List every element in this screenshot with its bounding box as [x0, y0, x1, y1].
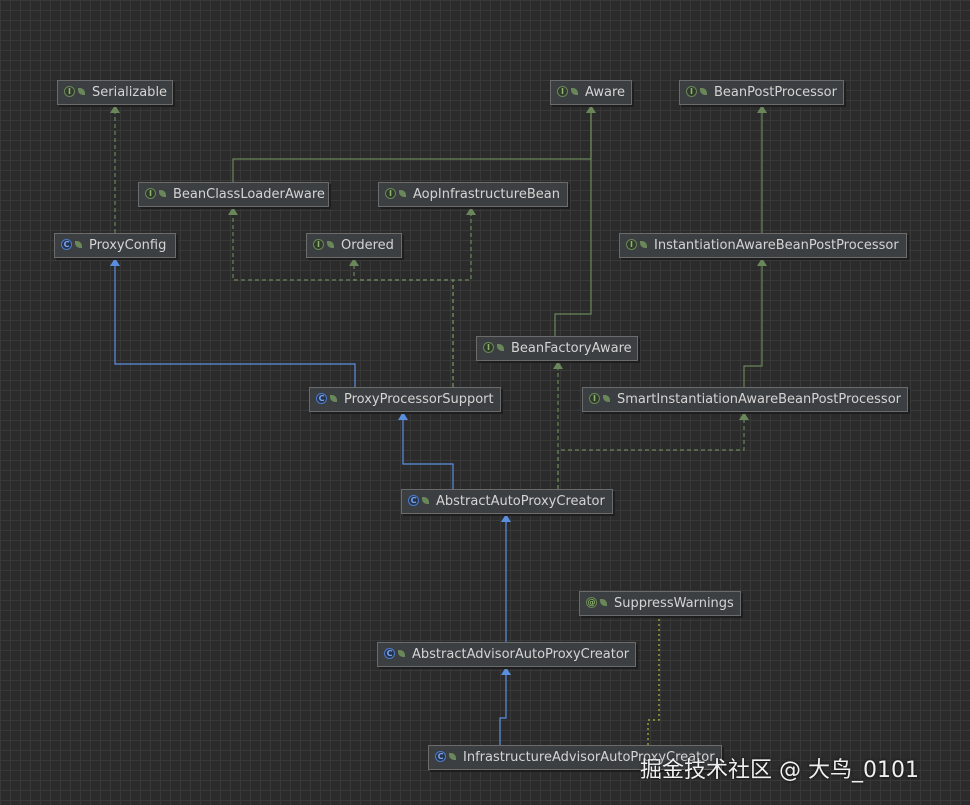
node-abstractautoproxycreator[interactable]: C AbstractAutoProxyCreator: [401, 489, 613, 514]
arrowhead: [553, 361, 563, 369]
leaf-icon: [398, 650, 405, 657]
node-smartinstantiationawarebeanpostprocessor[interactable]: I SmartInstantiationAwareBeanPostProcess…: [582, 387, 908, 412]
node-label: Aware: [585, 85, 626, 100]
leaf-icon: [159, 190, 166, 197]
interface-icon: I: [483, 342, 494, 353]
node-aopinfrastructurebean[interactable]: I AopInfrastructureBean: [378, 182, 568, 207]
abstract-class-icon: C: [408, 495, 419, 506]
node-label: ProxyConfig: [89, 238, 167, 253]
leaf-icon: [571, 88, 578, 95]
node-instantiationawarebeanpostprocessor[interactable]: I InstantiationAwareBeanPostProcessor: [619, 233, 907, 258]
node-label: AopInfrastructureBean: [413, 187, 560, 202]
leaf-icon: [603, 395, 610, 402]
node-aware[interactable]: I Aware: [550, 80, 632, 105]
edge-beanclassloaderaware-to-aware: [232, 105, 592, 182]
leaf-icon: [497, 344, 504, 351]
watermark: 掘金技术社区 @ 大鸟_0101: [640, 758, 919, 783]
edge-infrastructure-to-abstractadvisor: [499, 667, 507, 745]
class-icon: C: [435, 751, 446, 762]
arrowhead: [501, 514, 511, 522]
node-proxyprocessorsupport[interactable]: C ProxyProcessorSupport: [309, 387, 501, 412]
node-label: AbstractAdvisorAutoProxyCreator: [412, 647, 630, 662]
arrowhead: [228, 207, 238, 215]
edge-abstractauto-to-smart: [557, 412, 745, 489]
interface-icon: I: [557, 86, 568, 97]
annotation-icon: @: [586, 597, 597, 608]
interface-icon: I: [385, 188, 396, 199]
arrowhead: [110, 258, 120, 266]
node-label: BeanPostProcessor: [714, 85, 837, 100]
node-beanclassloaderaware[interactable]: I BeanClassLoaderAware: [138, 182, 329, 207]
arrowhead: [757, 258, 767, 266]
edge-proxyprocessorsupport-to-proxyconfig: [114, 258, 356, 387]
leaf-icon: [449, 753, 456, 760]
arrowhead: [349, 258, 359, 266]
edge-proxyprocessorsupport-to-ordered: [353, 258, 454, 387]
node-proxyconfig[interactable]: C ProxyConfig: [54, 233, 176, 258]
interface-icon: I: [686, 86, 697, 97]
node-ordered[interactable]: I Ordered: [306, 233, 402, 258]
leaf-icon: [78, 88, 85, 95]
leaf-icon: [399, 190, 406, 197]
node-label: BeanClassLoaderAware: [173, 187, 325, 202]
node-beanfactoryaware[interactable]: I BeanFactoryAware: [476, 336, 638, 361]
interface-icon: I: [626, 239, 637, 250]
edge-proxyprocessorsupport-to-aopinfrastructurebean: [452, 207, 472, 387]
edge-beanfactoryaware-to-aware: [554, 105, 592, 336]
arrowhead: [501, 667, 511, 675]
node-abstractadvisorautoproxycreator[interactable]: C AbstractAdvisorAutoProxyCreator: [377, 642, 636, 667]
node-label: Ordered: [341, 238, 394, 253]
class-icon: C: [316, 393, 327, 404]
interface-icon: I: [145, 188, 156, 199]
node-label: Serializable: [92, 85, 168, 100]
edge-smartinstantiation-to-instantiation: [743, 258, 763, 387]
leaf-icon: [422, 497, 429, 504]
interface-icon: I: [64, 86, 75, 97]
node-label: SuppressWarnings: [614, 596, 734, 611]
leaf-icon: [330, 395, 337, 402]
arrowhead: [757, 105, 767, 113]
arrowhead: [586, 105, 596, 113]
node-label: SmartInstantiationAwareBeanPostProcessor: [617, 392, 902, 407]
node-suppresswarnings[interactable]: @ SuppressWarnings: [579, 591, 741, 616]
arrowhead: [398, 412, 408, 420]
leaf-icon: [327, 241, 334, 248]
node-serializable[interactable]: I Serializable: [57, 80, 173, 105]
abstract-class-icon: C: [384, 648, 395, 659]
interface-icon: I: [589, 393, 600, 404]
arrowhead: [466, 207, 476, 215]
leaf-icon: [640, 241, 647, 248]
node-beanpostprocessor[interactable]: I BeanPostProcessor: [679, 80, 844, 105]
leaf-icon: [75, 241, 82, 248]
interface-icon: I: [313, 239, 324, 250]
arrowhead: [739, 412, 749, 420]
node-label: BeanFactoryAware: [511, 341, 632, 356]
edge-infrastructure-to-suppresswarnings: [647, 616, 660, 745]
node-label: InstantiationAwareBeanPostProcessor: [654, 238, 899, 253]
node-label: AbstractAutoProxyCreator: [436, 494, 605, 509]
edge-abstractautoproxycreator-to-proxyprocessorsupport: [402, 412, 454, 489]
class-icon: C: [61, 239, 72, 250]
node-label: ProxyProcessorSupport: [344, 392, 494, 407]
leaf-icon: [600, 599, 607, 606]
leaf-icon: [700, 88, 707, 95]
arrowhead: [110, 105, 120, 113]
